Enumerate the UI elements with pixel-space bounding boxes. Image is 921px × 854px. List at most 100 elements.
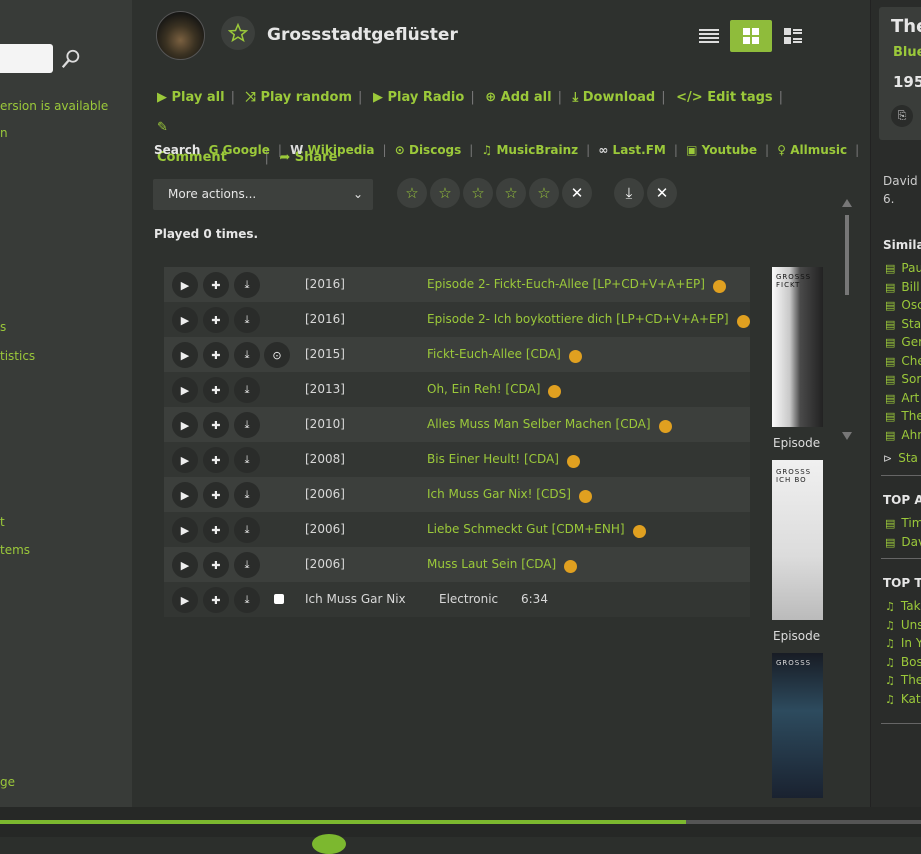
play-button[interactable]: ▶ xyxy=(172,307,198,333)
add-button[interactable]: ✚ xyxy=(203,412,229,438)
rating-star-5[interactable]: ☆ xyxy=(529,178,559,208)
rating-star-2[interactable]: ☆ xyxy=(430,178,460,208)
clear-rating-button[interactable]: ✕ xyxy=(562,178,592,208)
similar-artist-link[interactable]: ▤Osc xyxy=(885,298,921,312)
radio-button[interactable]: ⊙ xyxy=(264,342,290,368)
album-link[interactable]: Muss Laut Sein [CDA] xyxy=(427,557,578,573)
download-button[interactable]: ⤓ xyxy=(234,342,260,368)
sidebar-search-input[interactable] xyxy=(0,44,53,73)
pin-button[interactable]: ⤓ xyxy=(614,178,644,208)
add-button[interactable]: ✚ xyxy=(203,307,229,333)
add-button[interactable]: ✚ xyxy=(203,447,229,473)
album-cover[interactable]: GROSSS FICKT xyxy=(772,267,823,427)
top-track-link[interactable]: ♫ In Y xyxy=(885,636,921,650)
album-link[interactable]: Bis Einer Heult! [CDA] xyxy=(427,452,580,468)
album-link[interactable]: Episode 2- Fickt-Euch-Allee [LP+CD+V+A+E… xyxy=(427,277,726,293)
album-caption[interactable]: Episode xyxy=(773,436,820,450)
sidebar-item[interactable]: t xyxy=(0,515,5,529)
similar-artist-link[interactable]: ▤Che xyxy=(885,354,921,368)
top-track-link[interactable]: ♫ Tak xyxy=(885,599,921,613)
similar-artist-link[interactable]: ▤ Pau xyxy=(885,261,921,275)
add-button[interactable]: ✚ xyxy=(203,517,229,543)
edit-tags-button[interactable]: </> Edit tags xyxy=(676,83,773,113)
download-button[interactable]: ⤓ xyxy=(234,307,260,333)
play-button[interactable]: ▶ xyxy=(172,517,198,543)
musicbrainz-link[interactable]: ♫ MusicBrainz xyxy=(482,143,579,157)
rating-star-1[interactable]: ☆ xyxy=(397,178,427,208)
sidebar-item[interactable]: s xyxy=(0,320,6,334)
similar-artist-link[interactable]: ▤ Sta xyxy=(885,317,921,331)
album-link[interactable]: Fickt-Euch-Allee [CDA] xyxy=(427,347,582,363)
similar-artist-link[interactable]: ▤ Art xyxy=(885,391,919,405)
download-button[interactable]: ⤓ Download xyxy=(572,83,655,113)
search-icon[interactable] xyxy=(60,48,82,70)
add-button[interactable]: ✚ xyxy=(203,272,229,298)
play-button[interactable]: ▶ xyxy=(172,377,198,403)
play-button[interactable] xyxy=(312,834,346,854)
add-button[interactable]: ✚ xyxy=(203,552,229,578)
similar-artist-link[interactable]: ▤ Ger xyxy=(885,335,921,349)
similar-artist-link[interactable]: ▤Ahm xyxy=(885,428,921,442)
sidebar-item-items[interactable]: tems xyxy=(0,543,30,557)
add-button[interactable]: ✚ xyxy=(203,587,229,613)
play-button[interactable]: ▶ xyxy=(172,447,198,473)
grid-view-button[interactable] xyxy=(730,20,772,52)
similar-artist-link[interactable]: ▤The xyxy=(885,409,921,423)
google-link[interactable]: G Google xyxy=(209,143,270,157)
download-button[interactable]: ⤓ xyxy=(234,552,260,578)
select-checkbox[interactable] xyxy=(274,594,284,604)
download-button[interactable]: ⤓ xyxy=(234,412,260,438)
album-caption[interactable]: Episode xyxy=(773,629,820,643)
top-album-link[interactable]: ▤Dav xyxy=(885,535,921,549)
top-track-link[interactable]: ♫Uns xyxy=(885,618,921,632)
version-notice-link[interactable]: ersion is available xyxy=(0,99,108,113)
download-button[interactable]: ⤓ xyxy=(234,377,260,403)
play-button[interactable]: ▶ xyxy=(172,412,198,438)
more-actions-select[interactable]: More actions... ⌄ xyxy=(153,179,373,210)
lastfm-link[interactable]: ∞ Last.FM xyxy=(598,143,666,157)
add-button[interactable]: ✚ xyxy=(203,342,229,368)
sidebar-item[interactable]: n xyxy=(0,126,8,140)
play-button[interactable]: ▶ xyxy=(172,272,198,298)
add-button[interactable]: ✚ xyxy=(203,377,229,403)
similar-artist-link[interactable]: ▤ Bill xyxy=(885,280,920,294)
youtube-link[interactable]: ▣ Youtube xyxy=(686,143,757,157)
list-view-button[interactable] xyxy=(695,22,723,50)
play-button[interactable]: ▶ xyxy=(172,342,198,368)
favorite-button[interactable] xyxy=(221,16,255,50)
play-radio-button[interactable]: ▶ Play Radio xyxy=(373,83,464,113)
download-button[interactable]: ⤓ xyxy=(234,447,260,473)
album-link[interactable]: Alles Muss Man Selber Machen [CDA] xyxy=(427,417,672,433)
add-all-button[interactable]: ⊕ Add all xyxy=(485,83,551,113)
album-link[interactable]: Oh, Ein Reh! [CDA] xyxy=(427,382,562,398)
album-link[interactable]: Episode 2- Ich boykottiere dich [LP+CD+V… xyxy=(427,312,750,328)
top-track-link[interactable]: ♫ Kat xyxy=(885,692,921,706)
start-radio-link[interactable]: ⊳ Sta xyxy=(883,451,918,465)
sidebar-item[interactable]: ge xyxy=(0,775,15,789)
album-cover[interactable]: GROSSS xyxy=(772,653,823,798)
play-button[interactable]: ▶ xyxy=(172,482,198,508)
rating-star-4[interactable]: ☆ xyxy=(496,178,526,208)
clear-button[interactable]: ✕ xyxy=(647,178,677,208)
play-all-button[interactable]: ▶ Play all xyxy=(157,83,225,113)
similar-artist-link[interactable]: ▤ Sor xyxy=(885,372,921,386)
detail-view-button[interactable] xyxy=(779,22,807,50)
sidebar-item-statistics[interactable]: tistics xyxy=(0,349,35,363)
discogs-link[interactable]: ⊙ Discogs xyxy=(395,143,462,157)
download-button[interactable]: ⤓ xyxy=(234,482,260,508)
download-button[interactable]: ⤓ xyxy=(234,272,260,298)
wikipedia-link[interactable]: W Wikipedia xyxy=(290,143,374,157)
top-album-link[interactable]: ▤Tim xyxy=(885,516,921,530)
download-button[interactable]: ⤓ xyxy=(234,587,260,613)
album-subtitle-link[interactable]: Blue xyxy=(893,45,921,60)
scrollbar[interactable] xyxy=(842,197,852,442)
allmusic-link[interactable]: ♀ Allmusic xyxy=(777,143,847,157)
album-cover[interactable]: GROSSS ICH BO xyxy=(772,460,823,620)
bookmark-button[interactable]: ⎘ xyxy=(891,105,913,127)
play-button[interactable]: ▶ xyxy=(172,587,198,613)
rating-star-3[interactable]: ☆ xyxy=(463,178,493,208)
album-link[interactable]: Liebe Schmeckt Gut [CDM+ENH] xyxy=(427,522,646,538)
album-link[interactable]: Ich Muss Gar Nix! [CDS] xyxy=(427,487,592,503)
add-button[interactable]: ✚ xyxy=(203,482,229,508)
download-button[interactable]: ⤓ xyxy=(234,517,260,543)
